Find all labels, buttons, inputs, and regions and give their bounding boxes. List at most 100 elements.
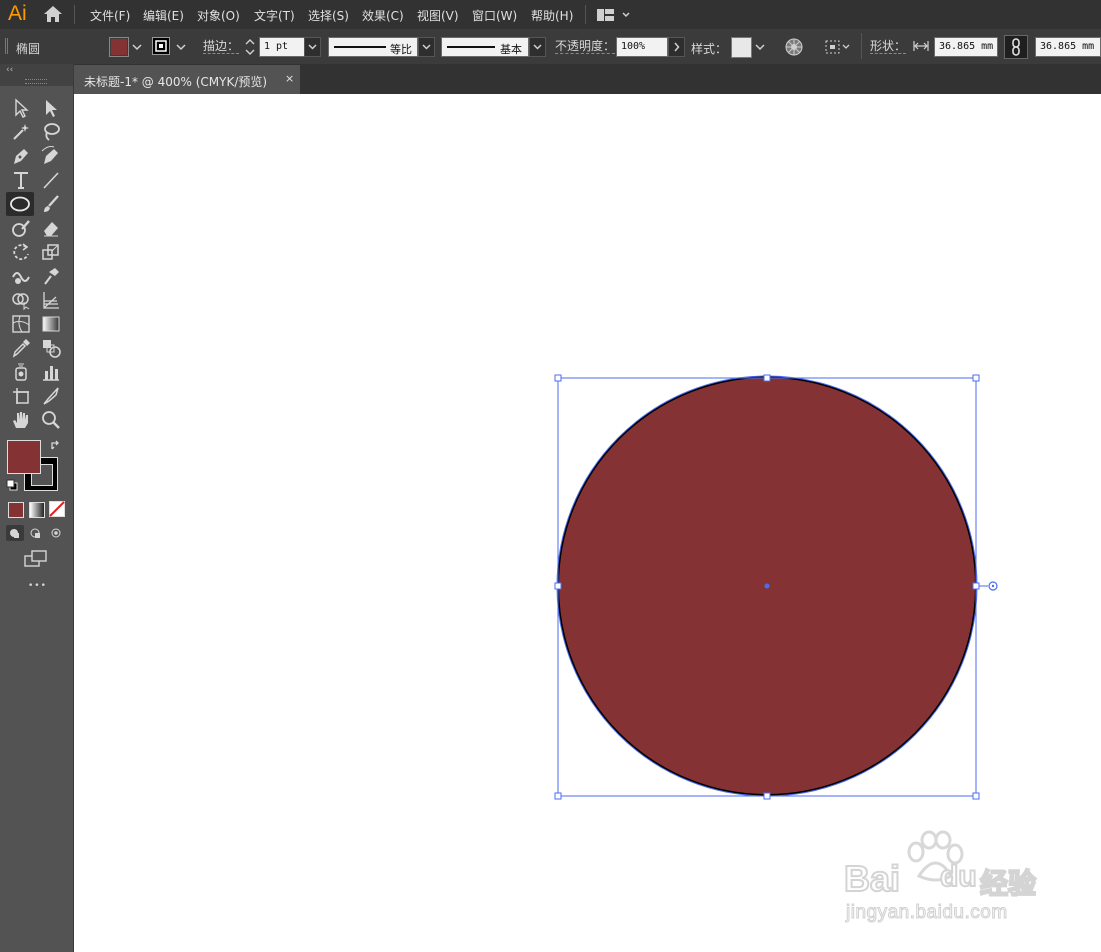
artboard-canvas[interactable]: Bai du 经验 jingyan.baidu.com bbox=[74, 94, 1101, 952]
type-tool-icon[interactable] bbox=[10, 169, 32, 191]
line-segment-tool-icon[interactable] bbox=[40, 169, 62, 191]
menu-select[interactable]: 选择(S) bbox=[308, 7, 349, 24]
resize-handle[interactable] bbox=[763, 374, 771, 382]
menu-help[interactable]: 帮助(H) bbox=[531, 7, 573, 24]
resize-handle[interactable] bbox=[554, 792, 562, 800]
menu-view[interactable]: 视图(V) bbox=[417, 7, 459, 24]
stroke-label[interactable]: 描边： bbox=[203, 40, 240, 54]
color-mode-button[interactable] bbox=[8, 502, 24, 518]
artboard-tool-icon[interactable] bbox=[10, 385, 32, 407]
watermark-product: 经验 bbox=[979, 866, 1037, 901]
symbol-sprayer-tool-icon[interactable] bbox=[10, 361, 32, 383]
resize-handle[interactable] bbox=[554, 582, 562, 590]
slice-tool-icon[interactable] bbox=[40, 385, 62, 407]
eyedropper-tool-icon[interactable] bbox=[10, 337, 32, 359]
graphic-style-swatch[interactable] bbox=[731, 37, 752, 58]
recolor-artwork-icon[interactable] bbox=[785, 38, 803, 56]
hand-tool-icon[interactable] bbox=[10, 409, 32, 431]
constrain-proportions-button[interactable] bbox=[1004, 35, 1028, 59]
rotate-tool-icon[interactable] bbox=[10, 241, 32, 263]
curvature-tool-icon[interactable] bbox=[40, 145, 62, 167]
app-logo: Ai bbox=[8, 2, 27, 25]
fill-swatch[interactable] bbox=[109, 37, 129, 57]
warp-tool-icon[interactable] bbox=[10, 265, 32, 287]
more-tools-button[interactable]: ••• bbox=[28, 581, 47, 591]
default-fill-stroke-icon[interactable] bbox=[6, 479, 18, 491]
chevron-down-icon[interactable] bbox=[753, 37, 767, 57]
height-input[interactable]: 36.865 mm bbox=[1035, 37, 1101, 57]
stroke-swatch[interactable] bbox=[152, 37, 170, 55]
shape-builder-tool-icon[interactable] bbox=[10, 289, 32, 311]
style-label: 样式： bbox=[691, 42, 728, 56]
swap-fill-stroke-icon[interactable] bbox=[49, 439, 62, 452]
menu-file[interactable]: 文件(F) bbox=[90, 7, 130, 24]
baidu-jingyan-watermark: Bai du 经验 jingyan.baidu.com bbox=[836, 830, 1046, 930]
center-point bbox=[764, 583, 770, 589]
screen-mode-icon[interactable] bbox=[24, 550, 48, 568]
menu-window[interactable]: 窗口(W) bbox=[472, 7, 517, 24]
collapse-toggle[interactable]: ‹‹ bbox=[6, 65, 13, 75]
width-icon bbox=[913, 41, 929, 51]
chevron-down-icon bbox=[308, 44, 317, 50]
grip-icon bbox=[5, 38, 8, 54]
profile-dropdown[interactable] bbox=[418, 37, 435, 57]
chevron-down-icon[interactable] bbox=[174, 37, 188, 57]
home-icon[interactable] bbox=[43, 5, 63, 23]
stroke-weight-input[interactable]: 1 pt bbox=[259, 37, 305, 57]
chevron-down-icon bbox=[422, 44, 431, 50]
scale-tool-icon[interactable] bbox=[40, 241, 62, 263]
align-options-icon[interactable] bbox=[824, 38, 852, 56]
paintbrush-tool-icon[interactable] bbox=[40, 193, 62, 215]
menu-edit[interactable]: 编辑(E) bbox=[143, 7, 184, 24]
pie-widget-dot bbox=[991, 584, 995, 588]
width-input[interactable]: 36.865 mm bbox=[934, 37, 998, 57]
stepper-icon[interactable] bbox=[243, 36, 257, 58]
eraser-tool-icon[interactable] bbox=[40, 217, 62, 239]
ellipse-tool-icon[interactable] bbox=[9, 193, 31, 215]
resize-handle[interactable] bbox=[972, 582, 980, 590]
resize-handle[interactable] bbox=[554, 374, 562, 382]
lasso-tool-icon[interactable] bbox=[40, 121, 62, 143]
chevron-down-icon[interactable] bbox=[130, 37, 144, 57]
menu-separator bbox=[585, 5, 586, 24]
chevron-right-icon bbox=[674, 42, 680, 52]
opacity-label[interactable]: 不透明度： bbox=[555, 40, 616, 54]
document-tab[interactable]: 未标题-1* @ 400% (CMYK/预览) × bbox=[74, 65, 300, 94]
chevron-down-icon bbox=[533, 44, 542, 50]
fill-color-box[interactable] bbox=[7, 440, 41, 474]
gradient-mode-button[interactable] bbox=[29, 502, 45, 518]
menu-effect[interactable]: 效果(C) bbox=[362, 7, 404, 24]
close-icon[interactable]: × bbox=[285, 72, 294, 85]
shape-label[interactable]: 形状： bbox=[870, 40, 907, 54]
opacity-input[interactable]: 100% bbox=[616, 37, 668, 57]
none-mode-icon[interactable] bbox=[49, 501, 65, 517]
mesh-tool-icon[interactable] bbox=[10, 313, 32, 335]
draw-inside-icon[interactable] bbox=[47, 525, 65, 541]
variable-width-profile-select[interactable]: 等比 bbox=[328, 37, 418, 57]
gradient-tool-icon[interactable] bbox=[40, 313, 62, 335]
puppet-warp-tool-icon[interactable] bbox=[40, 265, 62, 287]
draw-behind-icon[interactable] bbox=[27, 525, 45, 541]
perspective-grid-tool-icon[interactable] bbox=[40, 289, 62, 311]
workspace-switcher-icon[interactable] bbox=[596, 8, 632, 22]
resize-handle[interactable] bbox=[763, 792, 771, 800]
brush-definition-select[interactable]: 基本 bbox=[441, 37, 529, 57]
menu-object[interactable]: 对象(O) bbox=[197, 7, 240, 24]
watermark-url: jingyan.baidu.com bbox=[846, 902, 1008, 924]
menu-type[interactable]: 文字(T) bbox=[254, 7, 295, 24]
brush-dropdown[interactable] bbox=[529, 37, 546, 57]
stroke-weight-dropdown[interactable] bbox=[304, 37, 321, 57]
selection-tool-icon[interactable] bbox=[10, 97, 32, 119]
direct-selection-tool-icon[interactable] bbox=[40, 97, 62, 119]
blend-tool-icon[interactable] bbox=[40, 337, 62, 359]
magic-wand-tool-icon[interactable] bbox=[10, 121, 32, 143]
pen-tool-icon[interactable] bbox=[10, 145, 32, 167]
draw-normal-button[interactable] bbox=[6, 525, 24, 541]
zoom-tool-icon[interactable] bbox=[40, 409, 62, 431]
resize-handle[interactable] bbox=[972, 374, 980, 382]
control-bar: 椭圆 描边： 1 pt 等比 基本 不透明度： 100% 样式： 形状： 36.… bbox=[0, 29, 1101, 65]
column-graph-tool-icon[interactable] bbox=[40, 361, 62, 383]
opacity-expand[interactable] bbox=[668, 37, 685, 57]
resize-handle[interactable] bbox=[972, 792, 980, 800]
shaper-tool-icon[interactable] bbox=[10, 217, 32, 239]
